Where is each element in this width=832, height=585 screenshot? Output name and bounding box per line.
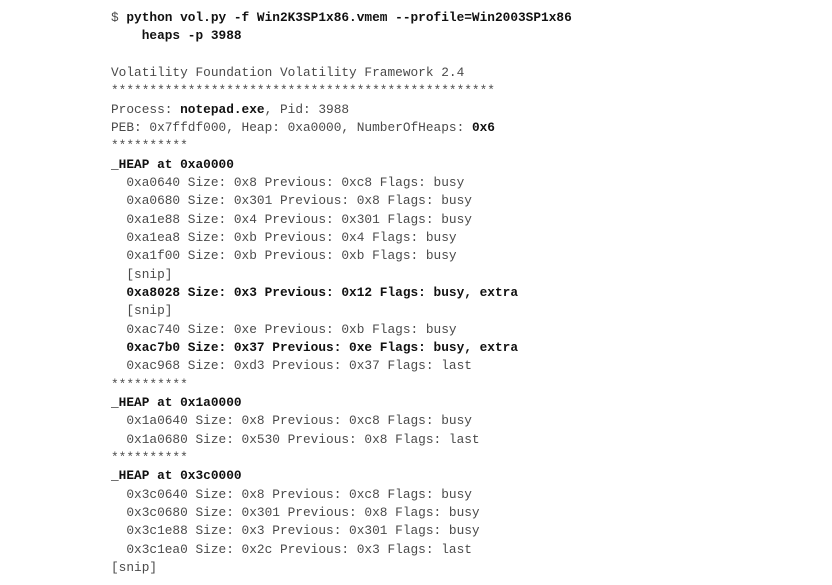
output-line: 0x3c0640 Size: 0x8 Previous: 0xc8 Flags:… (111, 486, 572, 504)
output-line: 0xa8028 Size: 0x3 Previous: 0x12 Flags: … (111, 284, 572, 302)
command-line: heaps -p 3988 (111, 27, 572, 45)
output-line: 0xa0640 Size: 0x8 Previous: 0xc8 Flags: … (111, 174, 572, 192)
output-line: 0xa1ea8 Size: 0xb Previous: 0x4 Flags: b… (111, 229, 572, 247)
bold-text: _HEAP at 0xa0000 (111, 156, 234, 172)
output-line: 0x3c1ea0 Size: 0x2c Previous: 0x3 Flags:… (111, 541, 572, 559)
text: ********** (111, 376, 188, 392)
text: $ (111, 10, 127, 25)
bold-text: 0x6 (471, 119, 495, 135)
output-line: [snip] (111, 559, 572, 577)
text: 0x1a0640 Size: 0x8 Previous: 0xc8 Flags:… (111, 413, 472, 429)
output-line: 0xac7b0 Size: 0x37 Previous: 0xe Flags: … (111, 339, 572, 357)
output-line: _HEAP at 0x1a0000 (111, 394, 572, 412)
output-line: Process: notepad.exe, Pid: 3988 (111, 101, 572, 119)
text: 0x3c0640 Size: 0x8 Previous: 0xc8 Flags:… (111, 486, 472, 502)
text: 0xa0680 Size: 0x301 Previous: 0x8 Flags:… (111, 193, 472, 209)
output-line: [snip] (111, 302, 572, 320)
output-line: 0x3c0680 Size: 0x301 Previous: 0x8 Flags… (111, 504, 572, 522)
output-line: ********** (111, 449, 572, 467)
text: 0x3c1e88 Size: 0x3 Previous: 0x301 Flags… (111, 523, 480, 539)
output-line: 0xa1e88 Size: 0x4 Previous: 0x301 Flags:… (111, 211, 572, 229)
text: ********** (111, 449, 188, 465)
text: [snip] (111, 559, 158, 575)
text: [snip] (111, 303, 173, 319)
output-line: 0xac740 Size: 0xe Previous: 0xb Flags: b… (111, 321, 572, 339)
text: 0xa0640 Size: 0x8 Previous: 0xc8 Flags: … (111, 174, 465, 190)
text: 0xac968 Size: 0xd3 Previous: 0x37 Flags:… (111, 358, 472, 374)
output-line: [snip] (111, 266, 572, 284)
output-line: 0x1a0680 Size: 0x530 Previous: 0x8 Flags… (111, 431, 572, 449)
bold-text: 0xac7b0 Size: 0x37 Previous: 0xe Flags: … (126, 339, 519, 355)
output-line: _HEAP at 0x3c0000 (111, 467, 572, 485)
code-listing: $ python vol.py -f Win2K3SP1x86.vmem --p… (111, 9, 572, 577)
bold-text: heaps -p 3988 (141, 28, 242, 44)
output-line: 0x1a0640 Size: 0x8 Previous: 0xc8 Flags:… (111, 412, 572, 430)
command-line: $ python vol.py -f Win2K3SP1x86.vmem --p… (111, 9, 572, 27)
bold-text: _HEAP at 0x3c0000 (111, 468, 242, 484)
output-line: ****************************************… (111, 82, 572, 100)
bold-text: python vol.py -f Win2K3SP1x86.vmem --pro… (126, 10, 572, 25)
text: Process: (111, 101, 181, 117)
bold-text: notepad.exe (180, 101, 265, 117)
text: 0xa1f00 Size: 0xb Previous: 0xb Flags: b… (111, 248, 457, 264)
text (111, 340, 126, 355)
text: Volatility Foundation Volatility Framewo… (111, 64, 465, 80)
output-line: 0xa1f00 Size: 0xb Previous: 0xb Flags: b… (111, 247, 572, 265)
text: 0x3c1ea0 Size: 0x2c Previous: 0x3 Flags:… (111, 541, 472, 557)
command-line (111, 46, 572, 64)
text (111, 285, 126, 300)
text: 0xa1ea8 Size: 0xb Previous: 0x4 Flags: b… (111, 229, 457, 245)
text: 0x3c0680 Size: 0x301 Previous: 0x8 Flags… (111, 504, 480, 520)
output-block: Volatility Foundation Volatility Framewo… (111, 64, 572, 577)
bold-text: 0xa8028 Size: 0x3 Previous: 0x12 Flags: … (126, 284, 519, 300)
text (111, 28, 142, 43)
text: ****************************************… (111, 83, 495, 99)
text: PEB: 0x7ffdf000, Heap: 0xa0000, NumberOf… (111, 119, 472, 135)
text: ********** (111, 138, 188, 154)
output-line: PEB: 0x7ffdf000, Heap: 0xa0000, NumberOf… (111, 119, 572, 137)
text: , Pid: 3988 (264, 101, 350, 117)
command-block: $ python vol.py -f Win2K3SP1x86.vmem --p… (111, 9, 572, 64)
output-line: ********** (111, 376, 572, 394)
bold-text: _HEAP at 0x1a0000 (111, 394, 242, 410)
output-line: _HEAP at 0xa0000 (111, 156, 572, 174)
output-line: ********** (111, 137, 572, 155)
output-line: 0x3c1e88 Size: 0x3 Previous: 0x301 Flags… (111, 522, 572, 540)
output-line: 0xac968 Size: 0xd3 Previous: 0x37 Flags:… (111, 357, 572, 375)
text: [snip] (111, 266, 173, 282)
text: 0xa1e88 Size: 0x4 Previous: 0x301 Flags:… (111, 211, 472, 227)
text: 0x1a0680 Size: 0x530 Previous: 0x8 Flags… (111, 431, 480, 447)
output-line: Volatility Foundation Volatility Framewo… (111, 64, 572, 82)
text: 0xac740 Size: 0xe Previous: 0xb Flags: b… (111, 321, 457, 337)
output-line: 0xa0680 Size: 0x301 Previous: 0x8 Flags:… (111, 192, 572, 210)
